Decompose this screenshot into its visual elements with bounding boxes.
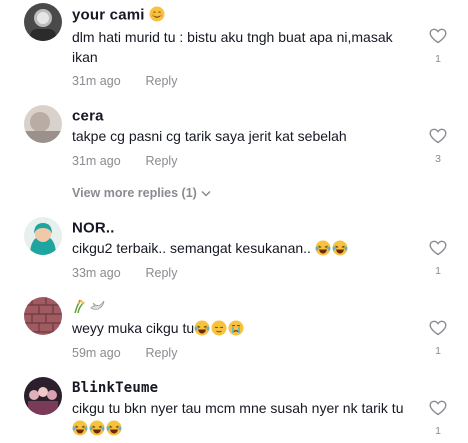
comment-time: 31m ago [72,74,121,88]
comment-text: takpe cg pasni cg tarik saya jerit kat s… [72,128,347,144]
smiling-face-icon [149,6,165,22]
like-count: 3 [435,153,441,165]
heart-icon [429,28,447,44]
comment-time: 31m ago [72,154,121,168]
comment-username[interactable] [72,298,106,316]
reply-button[interactable]: Reply [145,266,177,280]
comment-username[interactable]: BlinkTeume [72,380,158,396]
comment-username[interactable]: NOR.. [72,219,115,237]
laughing-crying-face-icon [194,320,210,336]
dove-icon [89,298,105,314]
reply-button[interactable]: Reply [145,74,177,88]
like-count: 1 [435,345,441,357]
heart-icon [429,320,447,336]
comment-username[interactable]: cera [72,107,104,125]
laughing-crying-face-icon [89,420,105,436]
comment-meta: 31m ago Reply [72,154,177,168]
laughing-crying-face-icon [315,240,331,256]
heart-icon [429,240,447,256]
avatar[interactable] [24,377,62,415]
like-button[interactable]: 3 [428,128,448,165]
comment-text: dlm hati murid tu : bistu aku tngh buat … [72,29,393,65]
comment-meta: 59m ago Reply [72,346,177,360]
comment-time: 59m ago [72,346,121,360]
like-count: 1 [435,53,441,65]
comment-meta: 33m ago Reply [72,266,177,280]
relieved-face-icon [211,320,227,336]
laughing-crying-face-icon [72,420,88,436]
rice-plant-icon [72,298,88,314]
comment-meta: 31m ago Reply [72,74,177,88]
like-count: 1 [435,425,441,437]
laughing-crying-face-icon [332,240,348,256]
comment-username[interactable]: your cami [72,6,166,24]
avatar[interactable] [24,217,62,255]
avatar[interactable] [24,297,62,335]
comment-text: cikgu tu bkn nyer tau mcm mne susah nyer… [72,398,412,438]
reply-button[interactable]: Reply [145,154,177,168]
avatar[interactable] [24,105,62,143]
view-more-replies-button[interactable]: View more replies (1) [72,186,211,200]
like-button[interactable]: 1 [428,240,448,277]
reply-button[interactable]: Reply [145,346,177,360]
crying-face-icon [228,320,244,336]
like-count: 1 [435,265,441,277]
chevron-down-icon [201,190,211,197]
like-button[interactable]: 1 [428,320,448,357]
heart-icon [429,128,447,144]
laughing-crying-face-icon [106,420,122,436]
like-button[interactable]: 1 [428,28,448,65]
heart-icon [429,400,447,416]
comment-time: 33m ago [72,266,121,280]
comment-text: weyy muka cikgu tu [72,318,412,338]
avatar[interactable] [24,3,62,41]
like-button[interactable]: 1 [428,400,448,437]
comment-text: cikgu2 terbaik.. semangat kesukanan.. [72,238,412,258]
